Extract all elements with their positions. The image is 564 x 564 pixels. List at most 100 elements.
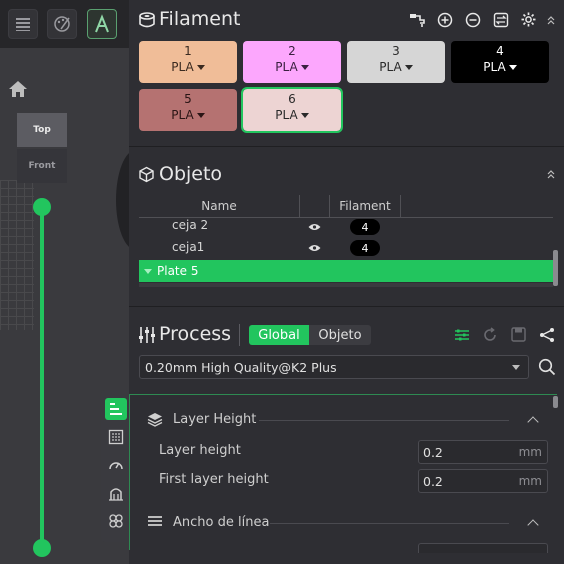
filament-slot-number: 6	[288, 92, 296, 106]
filament-slot-4[interactable]: 4 PLA	[451, 41, 549, 83]
dropdown-caret-icon	[196, 113, 205, 118]
objeto-title: Objeto	[159, 163, 223, 185]
palette-icon	[54, 16, 70, 32]
filament-slot-2[interactable]: 2 PLA	[243, 41, 341, 83]
group-title-line-width: Ancho de línea	[173, 515, 270, 530]
slicer-window: Top Front Filament 1 PLA 2 PLA 3 PLA 4 P…	[0, 0, 564, 564]
sync-filament-icon[interactable]	[408, 12, 426, 28]
param-value: 0.2	[423, 473, 443, 489]
object-list-scrollbar[interactable]	[553, 250, 558, 286]
column-separator	[400, 195, 401, 217]
title-separator	[239, 324, 240, 346]
process-preset-select[interactable]: 0.20mm High Quality@K2 Plus	[139, 355, 529, 379]
layer-slider-track[interactable]	[40, 206, 44, 548]
filament-spool-icon	[139, 12, 155, 28]
flush-settings-icon[interactable]	[493, 12, 509, 28]
object-list: Name Filament ceja 2 4 ceja1 4 Plate 5	[139, 195, 557, 291]
collapse-group-icon[interactable]	[527, 519, 539, 531]
search-icon[interactable]	[538, 358, 556, 376]
layer-height-input[interactable]: 0.2 mm	[418, 440, 548, 464]
filament-slot-number: 4	[496, 44, 504, 58]
object-name: ceja1	[172, 240, 205, 254]
layer-slider-top-handle[interactable]	[33, 198, 51, 216]
process-title: Process	[159, 323, 232, 345]
filament-slot-1[interactable]: 1 PLA	[139, 41, 237, 83]
horizontal-scrollbar[interactable]	[139, 283, 553, 287]
collapse-objeto-icon[interactable]	[547, 169, 555, 179]
tab-speed[interactable]	[105, 454, 127, 476]
filament-slot-type: PLA	[379, 60, 402, 74]
group-title-layer-height: Layer Height	[173, 412, 257, 427]
layer-slider-bottom-handle[interactable]	[33, 539, 51, 557]
list-item[interactable]: ceja1 4	[139, 237, 553, 257]
visibility-eye-icon[interactable]	[308, 244, 321, 252]
collapse-filament-icon[interactable]	[547, 15, 555, 25]
view-top-button[interactable]: Top	[17, 113, 67, 147]
filament-slot-number: 1	[184, 44, 192, 58]
filament-slot-number: 3	[392, 44, 400, 58]
param-label: Layer height	[159, 443, 241, 458]
settings-scrollbar[interactable]	[553, 396, 558, 408]
group-divider	[270, 523, 509, 524]
section-divider	[129, 306, 564, 307]
cube-icon	[139, 166, 154, 183]
reset-icon[interactable]	[482, 327, 498, 343]
section-divider	[129, 146, 564, 147]
tab-support[interactable]	[105, 482, 127, 504]
dropdown-caret-icon	[508, 65, 517, 70]
process-settings-pane: Layer Height Layer height 0.2 mm First l…	[129, 394, 557, 553]
view-toolbar	[0, 0, 129, 48]
filament-slot-type: PLA	[275, 60, 298, 74]
plate-name: Plate 5	[157, 264, 199, 278]
remove-filament-icon[interactable]	[465, 12, 481, 28]
group-divider	[259, 420, 509, 421]
param-unit: mm	[518, 474, 542, 488]
column-header-name[interactable]: Name	[139, 195, 299, 217]
expand-arrow-icon[interactable]	[144, 268, 152, 274]
clipped-input[interactable]	[418, 543, 548, 553]
line-width-icon	[148, 516, 162, 526]
infill-icon	[108, 429, 124, 445]
save-icon[interactable]	[511, 327, 526, 342]
filament-slot-type: PLA	[483, 60, 506, 74]
home-icon[interactable]	[8, 80, 28, 98]
column-separator	[299, 195, 300, 217]
filament-badge[interactable]: 4	[350, 240, 380, 256]
visibility-eye-icon[interactable]	[308, 223, 321, 231]
filament-title: Filament	[159, 8, 241, 30]
filament-slot-6[interactable]: 6 PLA	[241, 87, 343, 133]
filament-slot-3[interactable]: 3 PLA	[347, 41, 445, 83]
dropdown-caret-icon	[404, 65, 413, 70]
tab-quality[interactable]	[105, 398, 127, 420]
list-item[interactable]: ceja 2 4	[139, 217, 553, 237]
filament-badge[interactable]: 4	[350, 219, 380, 235]
plate-row[interactable]: Plate 5	[139, 260, 553, 282]
column-header-filament[interactable]: Filament	[330, 195, 400, 217]
view-front-button[interactable]: Front	[17, 149, 67, 183]
mode-global-toggle[interactable]: Global	[249, 325, 309, 345]
build-plate-grid	[0, 180, 34, 330]
advanced-settings-icon[interactable]	[454, 327, 470, 343]
filament-slot-type: PLA	[171, 108, 194, 122]
compare-icon[interactable]	[539, 327, 555, 343]
paint-view-button[interactable]	[47, 9, 77, 39]
viewport-area: Top Front	[0, 0, 156, 564]
preset-value: 0.20mm High Quality@K2 Plus	[145, 359, 337, 375]
filament-slot-5[interactable]: 5 PLA	[139, 89, 237, 131]
sliders-icon	[139, 327, 155, 343]
param-label: First layer height	[159, 472, 269, 487]
first-layer-height-input[interactable]: 0.2 mm	[418, 469, 548, 493]
support-icon	[109, 488, 123, 501]
param-value: 0.2	[423, 444, 443, 460]
tab-others[interactable]	[105, 510, 127, 532]
layers-view-button[interactable]	[8, 9, 38, 39]
assemble-view-button[interactable]	[87, 9, 117, 39]
mode-objeto-toggle[interactable]: Objeto	[309, 325, 371, 345]
filament-slot-type: PLA	[171, 60, 194, 74]
gear-icon[interactable]	[520, 11, 537, 28]
collapse-group-icon[interactable]	[527, 416, 539, 428]
layer-stack-icon	[147, 413, 163, 427]
add-filament-icon[interactable]	[437, 12, 453, 28]
param-unit: mm	[518, 445, 542, 459]
tab-strength[interactable]	[105, 426, 127, 448]
